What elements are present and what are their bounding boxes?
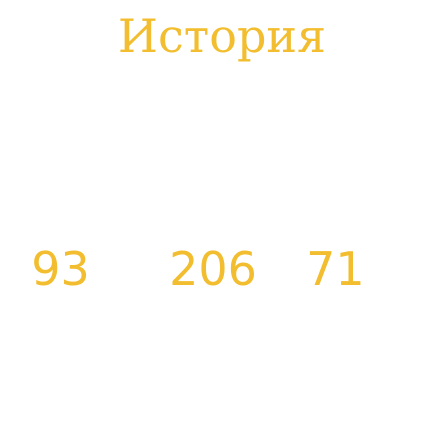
stat-value: 71: [306, 242, 365, 296]
stat-value: 206: [169, 242, 257, 296]
history-screen: История 93 206 71: [0, 0, 444, 422]
stat-value: 93: [31, 242, 90, 296]
page-title: История: [117, 9, 327, 63]
stats-row: 93 206 71: [0, 241, 444, 297]
